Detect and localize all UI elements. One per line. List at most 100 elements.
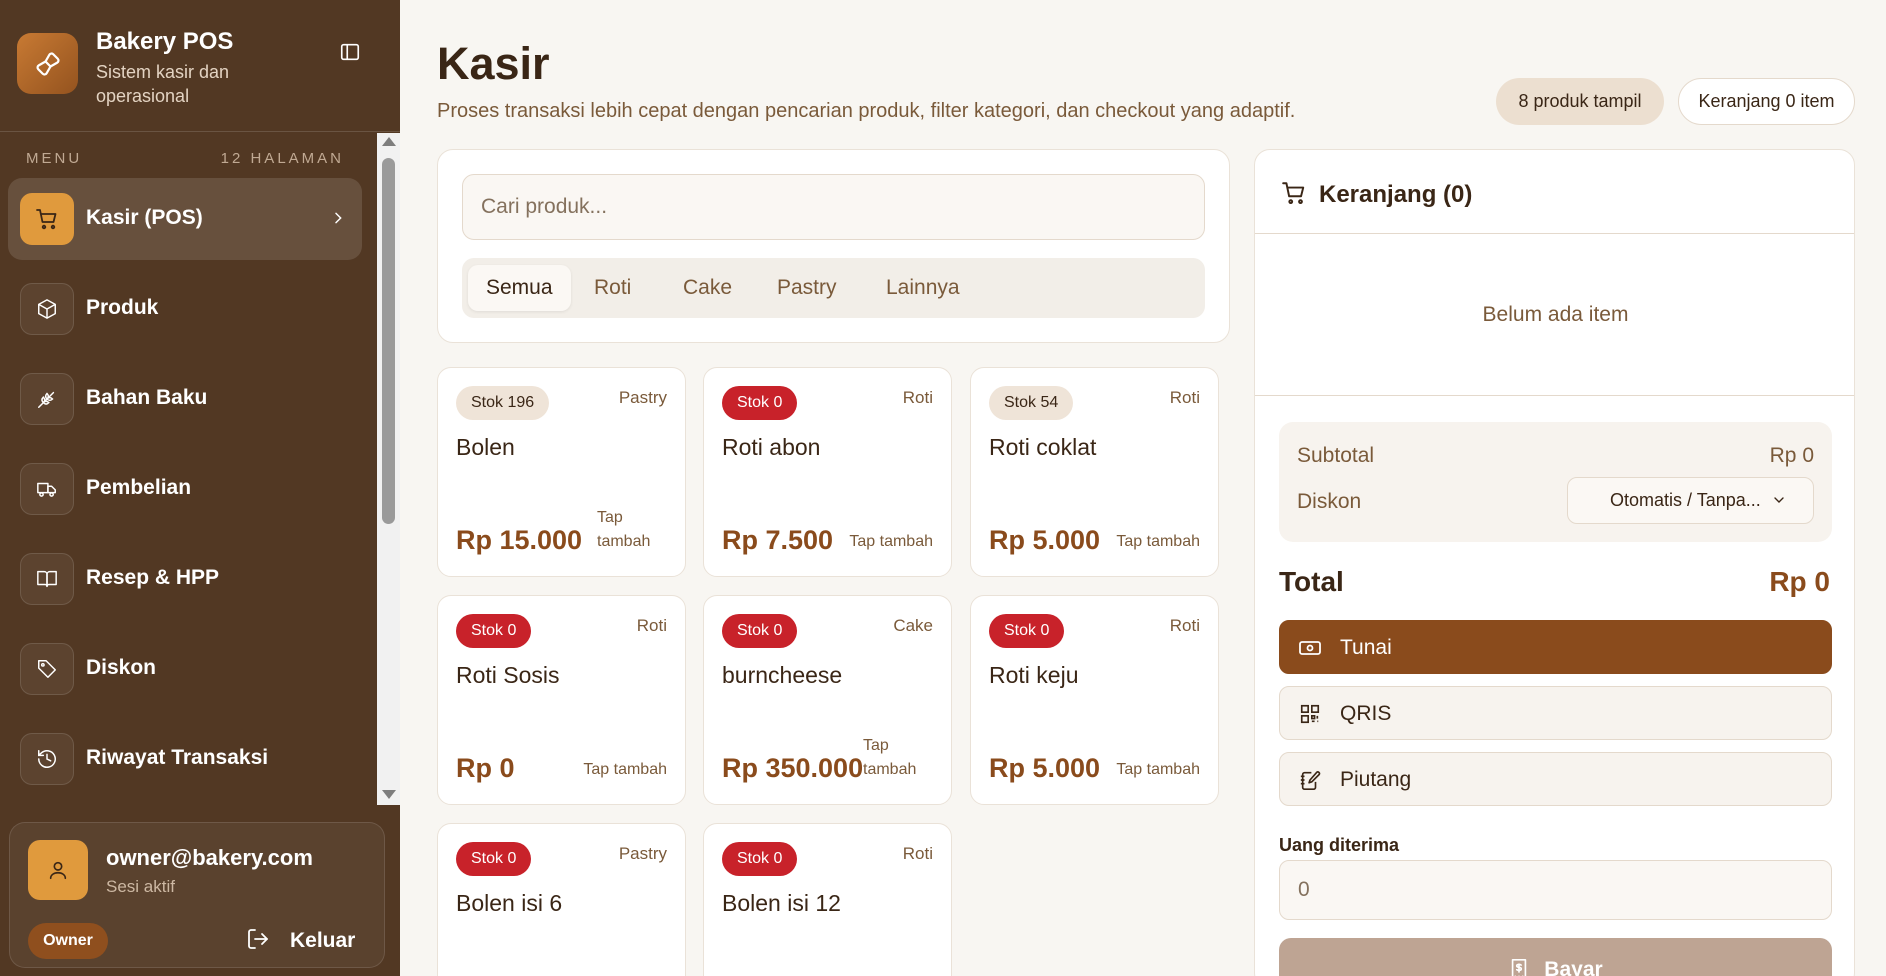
tab-lainnya[interactable]: Lainnya — [868, 265, 978, 311]
tag-icon — [20, 643, 74, 695]
tap-to-add-hint: Tap tambah — [597, 509, 651, 550]
product-category: Pastry — [618, 844, 667, 863]
sidebar-toggle-icon[interactable] — [334, 36, 366, 68]
sidebar-item-pembelian[interactable]: Pembelian — [8, 448, 362, 530]
wheat-icon — [20, 373, 74, 425]
qr-code-icon — [1298, 702, 1322, 726]
tab-pastry[interactable]: Pastry — [759, 265, 855, 311]
discount-selected-value: Otomatis / Tanpa... — [1610, 490, 1761, 510]
pay-button-label: Bayar — [1544, 958, 1603, 976]
scroll-up-arrow-icon[interactable] — [382, 137, 396, 146]
payment-method-tunai[interactable]: Tunai — [1279, 620, 1832, 674]
nav-page-count: 12 HALAMAN — [220, 150, 344, 167]
sidebar-item-label: Diskon — [86, 656, 157, 679]
receipt-icon — [1508, 958, 1530, 976]
role-badge: Owner — [28, 923, 108, 959]
cart-panel: Keranjang (0) Belum ada item Subtotal Rp… — [1254, 149, 1855, 976]
total-value: Rp 0 — [1769, 566, 1830, 597]
product-name: Roti coklat — [989, 434, 1097, 460]
book-icon — [20, 553, 74, 605]
product-price: Rp 0 — [456, 753, 515, 783]
subtotal-value: Rp 0 — [1769, 444, 1814, 467]
sidebar-item-diskon[interactable]: Diskon — [8, 628, 362, 710]
tab-cake[interactable]: Cake — [665, 265, 750, 311]
cart-header: Keranjang (0) — [1255, 150, 1854, 234]
discount-select[interactable]: Otomatis / Tanpa... — [1567, 477, 1814, 524]
sidebar-item-kasir[interactable]: Kasir (POS) — [8, 178, 362, 260]
cash-received-label: Uang diterima — [1279, 835, 1400, 855]
stock-badge: Stok 0 — [456, 614, 532, 648]
sidebar-item-produk[interactable]: Produk — [8, 268, 362, 350]
cart-summary: Subtotal Rp 0 Diskon Otomatis / Tanpa... — [1279, 422, 1832, 542]
brand-header: Bakery POS Sistem kasir dan operasional — [0, 0, 400, 132]
tap-to-add-hint: Tap tambah — [863, 737, 917, 778]
nav-header: MENU 12 HALAMAN — [26, 150, 344, 167]
stock-badge: Stok 196 — [456, 386, 550, 420]
sidebar-scrollbar[interactable] — [377, 133, 400, 805]
product-card[interactable]: Stok 196 Pastry Bolen Rp 15.000 Tap tamb… — [437, 367, 686, 577]
product-name: Bolen — [456, 434, 515, 460]
history-icon — [20, 733, 74, 785]
product-price: Rp 5.000 — [989, 753, 1101, 783]
scroll-down-arrow-icon[interactable] — [382, 790, 396, 799]
notebook-pen-icon — [1298, 768, 1322, 792]
product-name: Roti keju — [989, 662, 1079, 688]
product-count-badge: 8 produk tampil — [1496, 78, 1664, 125]
product-card[interactable]: Stok 0 Pastry Bolen isi 6 — [437, 823, 686, 976]
page-title: Kasir — [437, 38, 550, 89]
search-filter-card: Semua Roti Cake Pastry Lainnya — [437, 149, 1230, 343]
payment-method-label: Piutang — [1340, 768, 1412, 791]
sidebar-item-label: Resep & HPP — [86, 566, 220, 589]
tap-to-add-hint: Tap tambah — [1116, 533, 1200, 550]
payment-method-qris[interactable]: QRIS — [1279, 686, 1832, 740]
payment-method-piutang[interactable]: Piutang — [1279, 752, 1832, 806]
sidebar-item-label: Riwayat Transaksi — [86, 746, 269, 769]
page-subtitle: Proses transaksi lebih cepat dengan penc… — [437, 100, 1296, 122]
sidebar-nav: MENU 12 HALAMAN Kasir (POS) Produk Bahan… — [0, 133, 377, 805]
shopping-cart-icon — [1281, 180, 1307, 211]
tab-roti[interactable]: Roti — [576, 265, 649, 311]
product-name: burncheese — [722, 662, 843, 688]
discount-label: Diskon — [1297, 490, 1362, 513]
product-card[interactable]: Stok 0 Roti Roti Sosis Rp 0 Tap tambah — [437, 595, 686, 805]
user-avatar-icon — [28, 840, 88, 900]
pay-button[interactable]: Bayar — [1279, 938, 1832, 976]
sidebar: Bakery POS Sistem kasir dan operasional … — [0, 0, 400, 976]
scrollbar-thumb[interactable] — [382, 158, 395, 524]
product-card[interactable]: Stok 0 Roti Roti keju Rp 5.000 Tap tamba… — [970, 595, 1219, 805]
sidebar-item-riwayat-transaksi[interactable]: Riwayat Transaksi — [8, 718, 362, 800]
product-price: Rp 15.000 — [456, 525, 583, 555]
product-category: Pastry — [618, 388, 667, 407]
product-card[interactable]: Stok 0 Roti Roti abon Rp 7.500 Tap tamba… — [703, 367, 952, 577]
tab-semua[interactable]: Semua — [468, 265, 571, 311]
sidebar-item-resep-hpp[interactable]: Resep & HPP — [8, 538, 362, 620]
app-name: Bakery POS — [96, 28, 234, 55]
logout-button[interactable]: Keluar — [246, 923, 355, 959]
sidebar-item-label: Kasir (POS) — [86, 206, 203, 229]
product-category: Cake — [893, 616, 933, 635]
tap-to-add-hint: Tap tambah — [583, 761, 667, 778]
payment-method-label: QRIS — [1340, 702, 1392, 725]
croissant-icon — [17, 33, 78, 94]
product-card[interactable]: Stok 0 Roti Bolen isi 12 — [703, 823, 952, 976]
product-category: Roti — [902, 844, 933, 863]
logout-icon — [246, 927, 270, 956]
cart-count-badge: Keranjang 0 item — [1678, 78, 1855, 125]
product-search-input[interactable] — [462, 174, 1205, 240]
product-card[interactable]: Stok 54 Roti Roti coklat Rp 5.000 Tap ta… — [970, 367, 1219, 577]
stock-badge: Stok 0 — [722, 386, 798, 420]
product-card[interactable]: Stok 0 Cake burncheese Rp 350.000 Tap ta… — [703, 595, 952, 805]
logout-label: Keluar — [290, 929, 356, 952]
user-card: owner@bakery.com Sesi aktif Owner Keluar — [9, 822, 385, 968]
tap-to-add-hint: Tap tambah — [849, 533, 933, 550]
product-category: Roti — [1169, 388, 1200, 407]
chevron-right-icon — [328, 208, 348, 228]
category-tabs: Semua Roti Cake Pastry Lainnya — [462, 258, 1205, 318]
sidebar-item-label: Produk — [86, 296, 159, 319]
truck-icon — [20, 463, 74, 515]
sidebar-item-bahan-baku[interactable]: Bahan Baku — [8, 358, 362, 440]
banknote-icon — [1298, 636, 1322, 660]
cash-received-input[interactable] — [1279, 860, 1832, 920]
stock-badge: Stok 0 — [722, 614, 798, 648]
chevron-down-icon — [1771, 492, 1787, 513]
